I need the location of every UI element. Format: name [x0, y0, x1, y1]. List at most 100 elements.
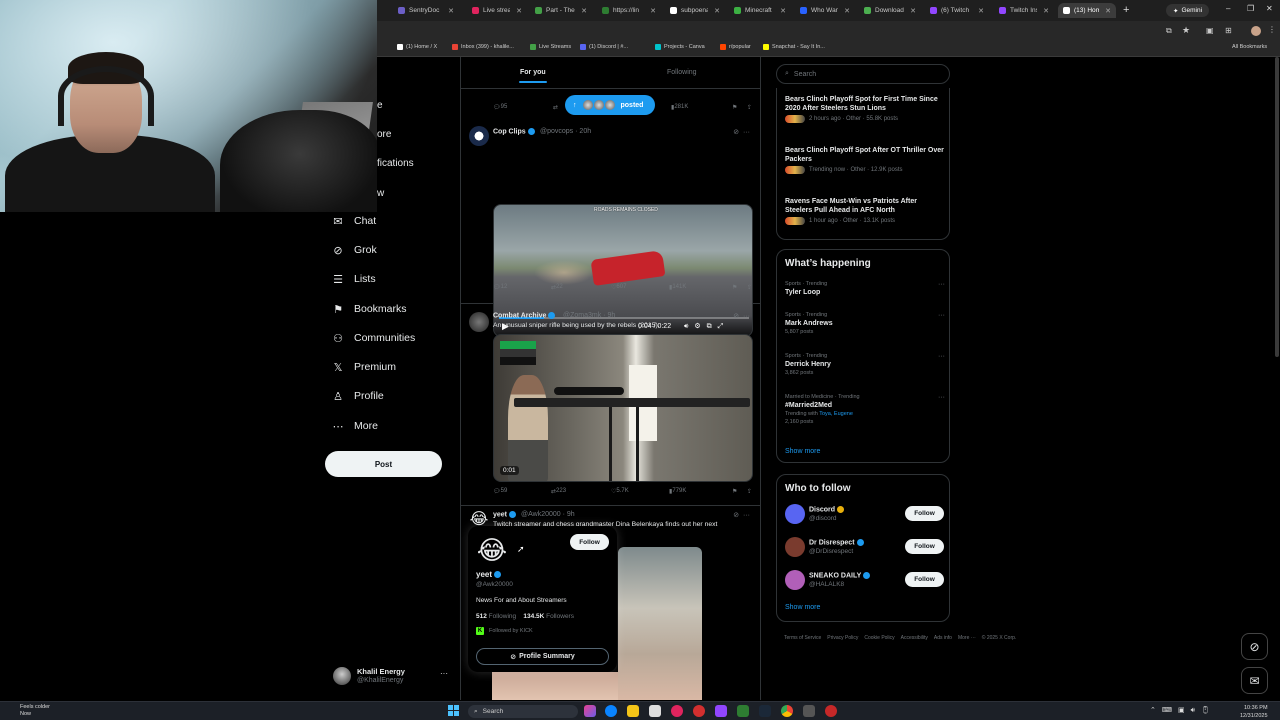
taskbar-app-icon[interactable]: [693, 705, 705, 717]
browser-tab[interactable]: Twitch Ins ✕: [994, 3, 1054, 18]
steam-icon[interactable]: [759, 705, 771, 717]
edge-icon[interactable]: [605, 705, 617, 717]
avatar[interactable]: [469, 312, 489, 332]
follow-suggestion[interactable]: SNEAKO DAILY @HALALK8 Follow: [785, 570, 945, 592]
nav-item-lists[interactable]: ☰ Lists: [332, 273, 376, 286]
nav-item-home-partial[interactable]: e: [377, 100, 383, 111]
close-tab-icon[interactable]: ✕: [1105, 7, 1111, 15]
grok-icon[interactable]: ⊘: [733, 512, 739, 519]
taskbar-app-icon[interactable]: [584, 705, 596, 717]
close-tab-icon[interactable]: ✕: [978, 7, 984, 15]
share-icon[interactable]: ⇪: [747, 488, 752, 495]
browser-tab[interactable]: (6) Twitch ✕: [925, 3, 989, 18]
bookmark-item[interactable]: Inbox (399) - khalile...: [452, 44, 514, 50]
more-icon[interactable]: ···: [743, 129, 750, 136]
post-combat-archive[interactable]: Combat Archive @Zoma3mk · 9h ⊘ ··· An un…: [461, 304, 760, 506]
profile-summary-button[interactable]: ⊘ Profile Summary: [476, 648, 609, 665]
reply-button[interactable]: 💬︎ 12: [493, 284, 507, 291]
nav-item-profile[interactable]: ♙ Profile: [332, 390, 384, 403]
grok-icon[interactable]: ⊘: [733, 313, 739, 320]
nav-item-premium[interactable]: 𝕏 Premium: [332, 361, 396, 374]
browser-tab[interactable]: Who Wan ✕: [795, 3, 855, 18]
close-tab-icon[interactable]: ✕: [516, 7, 522, 15]
minimize-button[interactable]: –: [1226, 4, 1230, 13]
footer-link[interactable]: © 2025 X Corp.: [982, 635, 1017, 641]
repost-button[interactable]: ⇄ 223: [551, 488, 566, 495]
video-player[interactable]: 0:01: [493, 334, 753, 482]
share-icon[interactable]: ⇪: [747, 284, 752, 291]
trend-item[interactable]: Sports · Trending Tyler Loop ···: [785, 281, 945, 296]
restore-button[interactable]: ❐: [1247, 4, 1254, 13]
system-tray[interactable]: ⌃⌨▣🔊︎🔋︎: [1150, 706, 1216, 715]
suggestion-name[interactable]: SNEAKO DAILY: [809, 572, 871, 579]
taskbar-app-icon[interactable]: [715, 705, 727, 717]
bookmark-item[interactable]: (1) Discord | #...: [580, 44, 628, 50]
post-author-name[interactable]: yeet: [493, 511, 517, 518]
bookmark-icon[interactable]: ⚑: [732, 284, 737, 291]
following-stat[interactable]: 512 Following: [476, 613, 516, 620]
browser-tab[interactable]: Part - The ✕: [530, 3, 592, 18]
post-author-name[interactable]: Combat Archive: [493, 312, 556, 319]
profile-handle[interactable]: @Awk20000: [476, 581, 513, 588]
sidepanel-icon[interactable]: ▣: [1206, 26, 1214, 35]
post-cop-clips[interactable]: Cop Clips @povcops · 20h ⊘ ··· ROADS REM…: [461, 118, 760, 337]
search-input[interactable]: ⌕ Search: [776, 64, 950, 84]
reply-button[interactable]: 💬︎ 95: [493, 104, 507, 111]
trend-item[interactable]: Married to Medicine · Trending #Married2…: [785, 394, 945, 425]
footer-link[interactable]: Cookie Policy: [864, 635, 894, 641]
file-explorer-icon[interactable]: [627, 705, 639, 717]
suggestion-name[interactable]: Dr Disrespect: [809, 539, 864, 546]
show-more-link[interactable]: Show more: [785, 448, 820, 455]
post-author-name[interactable]: Cop Clips: [493, 128, 535, 135]
all-bookmarks-button[interactable]: All Bookmarks: [1232, 44, 1267, 50]
chrome-icon[interactable]: [781, 705, 793, 717]
footer-link[interactable]: Terms of Service: [784, 635, 821, 641]
share-icon[interactable]: ⇪: [747, 104, 752, 111]
repost-button[interactable]: ⇄ 22: [551, 284, 563, 291]
views-button[interactable]: ▮ 779K: [669, 488, 686, 495]
bookmark-item[interactable]: Snapchat - Say It In...: [763, 44, 825, 50]
browser-tab[interactable]: https://lin ✕: [597, 3, 661, 18]
grok-icon[interactable]: ⊘: [733, 129, 739, 136]
bookmark-item[interactable]: (1) Home / X: [397, 44, 437, 50]
close-tab-icon[interactable]: ✕: [1043, 7, 1049, 15]
weather-widget[interactable]: Feels colder Now: [8, 704, 50, 718]
suggestion-name[interactable]: Discord: [809, 506, 845, 513]
nav-item-follow-partial[interactable]: w: [377, 188, 384, 199]
show-more-link[interactable]: Show more: [785, 604, 820, 611]
author-handle[interactable]: @Zoma3mk: [563, 312, 601, 319]
repost-button[interactable]: ⇄: [553, 104, 558, 111]
post-menu[interactable]: ⊘ ···: [733, 128, 750, 136]
post-menu[interactable]: ⊘ ···: [733, 511, 750, 519]
nav-item-notifications-partial[interactable]: fications: [377, 158, 414, 169]
browser-tab[interactable]: (13) Home ✕: [1058, 3, 1116, 18]
news-item[interactable]: Bears Clinch Playoff Spot After OT Thril…: [785, 146, 945, 174]
avatar[interactable]: 😂: [476, 534, 508, 566]
follow-button[interactable]: Follow: [905, 506, 944, 521]
bookmark-item[interactable]: Projects - Canva: [655, 44, 705, 50]
taskbar-search[interactable]: ⌕ Search: [468, 705, 578, 718]
reply-button[interactable]: 💬︎ 59: [493, 488, 507, 495]
follow-suggestion[interactable]: Discord @discord Follow: [785, 504, 945, 526]
clock[interactable]: 10:36 PM 12/31/2025: [1240, 704, 1268, 720]
grok-fab-button[interactable]: ⊘: [1241, 633, 1268, 660]
close-tab-icon[interactable]: ✕: [650, 7, 656, 15]
close-window-button[interactable]: ✕: [1266, 4, 1273, 13]
nav-item-chat[interactable]: ✉ Chat: [332, 215, 376, 228]
author-handle[interactable]: @Awk20000: [521, 511, 561, 518]
footer-link[interactable]: Privacy Policy: [827, 635, 858, 641]
views-button[interactable]: ▮ 281K: [671, 104, 688, 111]
follow-button[interactable]: Follow: [570, 534, 609, 550]
like-button[interactable]: ♡ 607: [611, 284, 626, 291]
profile-name-text[interactable]: yeet: [476, 570, 492, 579]
followers-stat[interactable]: 134.5K Followers: [523, 613, 574, 620]
scrollbar[interactable]: [1275, 57, 1279, 357]
close-tab-icon[interactable]: ✕: [581, 7, 587, 15]
like-button[interactable]: ♡ 5.7K: [611, 488, 629, 495]
trend-item[interactable]: Sports · Trending Derrick Henry 3,862 po…: [785, 353, 945, 376]
taskbar-app-icon[interactable]: [737, 705, 749, 717]
taskbar-app-icon[interactable]: [671, 705, 683, 717]
browser-tab[interactable]: Live stream ✕: [467, 3, 527, 18]
post-button[interactable]: Post: [325, 451, 442, 477]
avatar[interactable]: [785, 537, 805, 557]
